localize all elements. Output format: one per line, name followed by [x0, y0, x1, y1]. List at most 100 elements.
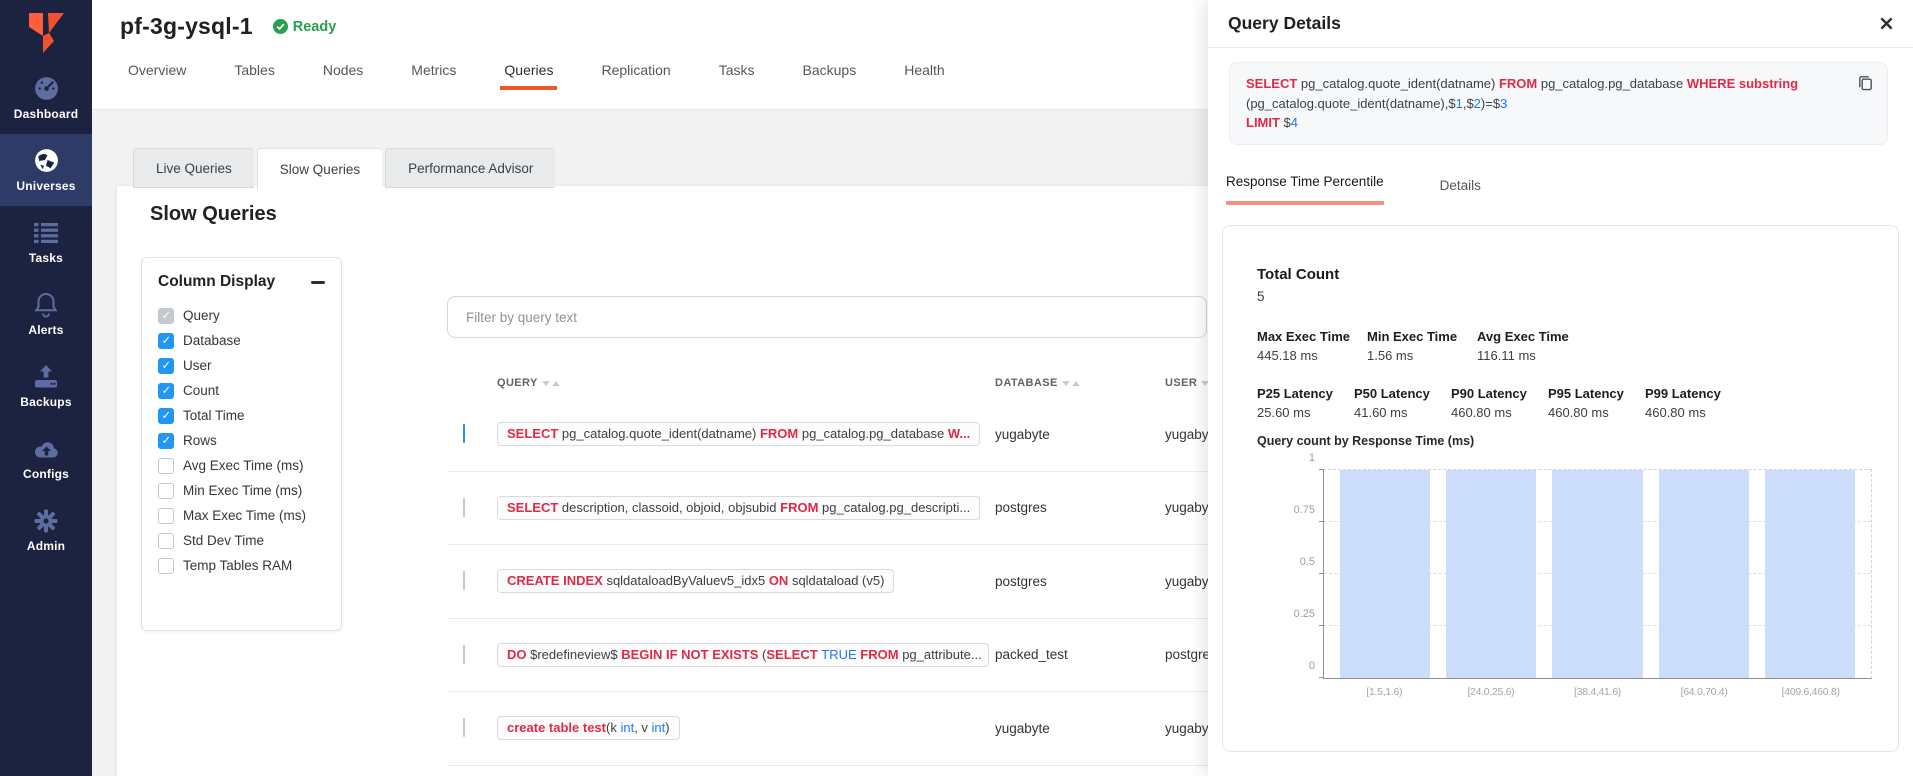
checkbox-icon[interactable]: [158, 458, 174, 474]
checkbox-icon[interactable]: [158, 383, 174, 399]
y-tick-label: 0.75: [1294, 504, 1315, 516]
column-option-label: Count: [183, 383, 219, 398]
column-option-label: Max Exec Time (ms): [183, 508, 306, 523]
query-text-pill[interactable]: create table test(k int, v int): [497, 716, 680, 740]
page-title: pf-3g-ysql-1: [120, 13, 253, 40]
tab-replication[interactable]: Replication: [577, 54, 694, 90]
checkbox-icon[interactable]: [158, 408, 174, 424]
chart-bar: [1446, 470, 1536, 678]
stat: P95 Latency460.80 ms: [1548, 386, 1645, 420]
y-tick-label: 0: [1309, 660, 1315, 672]
stat: Avg Exec Time116.11 ms: [1477, 329, 1587, 363]
column-option-label: Std Dev Time: [183, 533, 264, 548]
column-option-label: Total Time: [183, 408, 245, 423]
collapse-minus-icon[interactable]: [311, 281, 325, 284]
query-filter-input[interactable]: [447, 296, 1207, 338]
subtab-slow-queries[interactable]: Slow Queries: [257, 148, 382, 190]
tab-nodes[interactable]: Nodes: [299, 54, 387, 90]
yugabyte-logo-icon: [26, 10, 66, 56]
check-circle-icon: [273, 19, 288, 34]
column-option-min-exec-time-ms-: Min Exec Time (ms): [158, 478, 325, 503]
total-count-label: Total Count: [1257, 266, 1339, 283]
details-tab-details[interactable]: Details: [1440, 178, 1481, 205]
y-tick-label: 0.5: [1300, 556, 1315, 568]
checkbox-icon[interactable]: [158, 433, 174, 449]
checkbox-icon[interactable]: [158, 508, 174, 524]
row-checkbox[interactable]: [463, 498, 465, 517]
sidebar-item-label: Tasks: [29, 251, 63, 265]
query-text-pill[interactable]: SELECT pg_catalog.quote_ident(datname) F…: [497, 422, 980, 446]
alerts-icon: [33, 291, 59, 318]
column-option-temp-tables-ram: Temp Tables RAM: [158, 553, 325, 578]
sql-line: LIMIT $4: [1246, 113, 1841, 133]
column-option-label: Avg Exec Time (ms): [183, 458, 304, 473]
tab-overview[interactable]: Overview: [104, 54, 210, 90]
sidebar-item-label: Universes: [16, 179, 75, 193]
query-details-title: Query Details: [1228, 13, 1341, 34]
copy-icon[interactable]: [1857, 74, 1874, 97]
sidebar-item-label: Alerts: [28, 323, 63, 337]
details-tab-response-time-percentile[interactable]: Response Time Percentile: [1226, 174, 1384, 205]
query-filter: [447, 296, 1207, 338]
column-option-database: Database: [158, 328, 325, 353]
tab-health[interactable]: Health: [880, 54, 968, 90]
sidebar-item-alerts[interactable]: Alerts: [0, 278, 92, 350]
column-option-label: Rows: [183, 433, 217, 448]
subtab-performance-advisor[interactable]: Performance Advisor: [385, 148, 555, 188]
admin-icon: [33, 507, 59, 534]
checkbox-icon[interactable]: [158, 358, 174, 374]
sidebar-item-backups[interactable]: Backups: [0, 350, 92, 422]
sidebar-item-universes[interactable]: Universes: [0, 134, 92, 206]
checkbox-icon[interactable]: [158, 533, 174, 549]
row-checkbox[interactable]: [463, 718, 465, 737]
app-window: DashboardUniversesTasksAlertsBackupsConf…: [0, 0, 1913, 776]
row-checkbox[interactable]: [463, 424, 465, 443]
column-header-query[interactable]: QUERY: [497, 377, 995, 389]
checkbox-icon[interactable]: [158, 483, 174, 499]
query-text-pill[interactable]: DO $redefineview$ BEGIN IF NOT EXISTS (S…: [497, 643, 989, 667]
total-count-value: 5: [1257, 289, 1265, 304]
details-tabs: Response Time Percentile Details: [1226, 174, 1481, 205]
checkbox-icon[interactable]: [158, 308, 174, 324]
checkbox-icon[interactable]: [158, 558, 174, 574]
sidebar-item-tasks[interactable]: Tasks: [0, 206, 92, 278]
tab-tasks[interactable]: Tasks: [695, 54, 779, 90]
column-option-label: Query: [183, 308, 220, 323]
column-display-panel: Column Display QueryDatabaseUserCountTot…: [141, 257, 342, 631]
column-display-title: Column Display: [158, 273, 275, 291]
tab-backups[interactable]: Backups: [779, 54, 881, 90]
tab-tables[interactable]: Tables: [210, 54, 298, 90]
database-cell: yugabyte: [995, 721, 1165, 736]
x-tick-label: [38.4,41.6): [1544, 686, 1651, 698]
response-time-chart: 00.250.50.751 [1.5,1.6)[24.0,25.6)[38.4,…: [1323, 469, 1872, 679]
chart-title: Query count by Response Time (ms): [1257, 434, 1474, 448]
yugabyte-logo[interactable]: [0, 0, 92, 62]
chart-bar: [1659, 470, 1749, 678]
percentile-card: Total Count 5 Max Exec Time445.18 msMin …: [1222, 225, 1899, 752]
y-tick-label: 1: [1309, 452, 1315, 464]
sidebar-item-dashboard[interactable]: Dashboard: [0, 62, 92, 134]
sidebar-item-configs[interactable]: Configs: [0, 422, 92, 494]
column-header-database[interactable]: DATABASE: [995, 377, 1165, 389]
sidebar-item-admin[interactable]: Admin: [0, 494, 92, 566]
checkbox-icon[interactable]: [158, 333, 174, 349]
tab-metrics[interactable]: Metrics: [387, 54, 480, 90]
query-subtabs: Live QueriesSlow QueriesPerformance Advi…: [133, 148, 558, 190]
status-label: Ready: [293, 19, 337, 35]
row-checkbox[interactable]: [463, 645, 465, 664]
tab-queries[interactable]: Queries: [480, 54, 577, 90]
column-option-count: Count: [158, 378, 325, 403]
column-option-avg-exec-time-ms-: Avg Exec Time (ms): [158, 453, 325, 478]
backups-icon: [33, 363, 59, 390]
query-text-pill[interactable]: CREATE INDEX sqldataloadByValuev5_idx5 O…: [497, 569, 894, 593]
column-option-total-time: Total Time: [158, 403, 325, 428]
row-checkbox[interactable]: [463, 571, 465, 590]
stat: P50 Latency41.60 ms: [1354, 386, 1451, 420]
query-text-pill[interactable]: SELECT description, classoid, objoid, ob…: [497, 496, 980, 520]
universes-icon: [33, 147, 60, 174]
dashboard-icon: [33, 75, 60, 102]
sidebar-nav: Dashboard Universes Tasks Alerts BackupsConf…: [0, 62, 92, 566]
subtab-live-queries[interactable]: Live Queries: [133, 148, 254, 188]
close-icon[interactable]: [1880, 17, 1893, 30]
database-cell: postgres: [995, 500, 1165, 515]
